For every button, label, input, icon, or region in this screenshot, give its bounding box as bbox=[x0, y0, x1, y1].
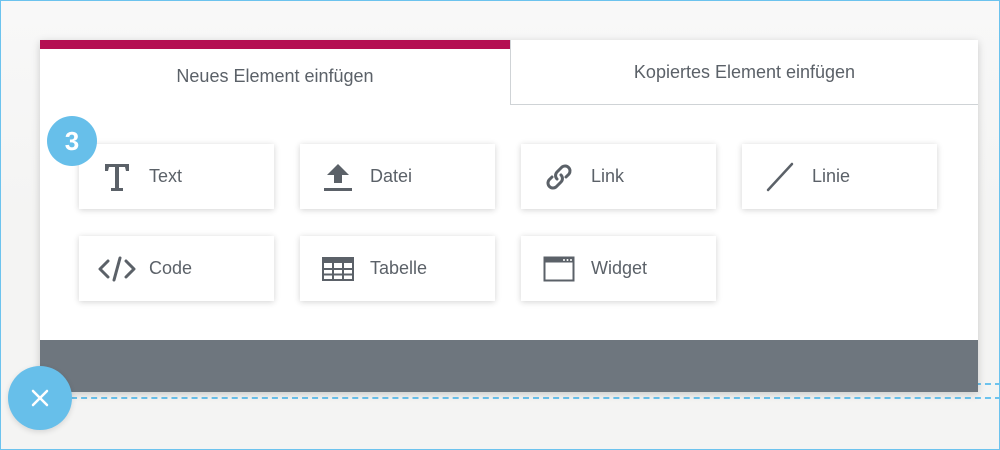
element-file-label: Datei bbox=[370, 166, 413, 186]
table-icon bbox=[318, 253, 358, 285]
element-table-label: Tabelle bbox=[370, 258, 428, 278]
close-button[interactable] bbox=[8, 366, 72, 430]
element-file-button[interactable]: Datei bbox=[300, 144, 495, 209]
panel-footer-bar bbox=[40, 340, 978, 392]
line-icon bbox=[760, 161, 800, 193]
element-widget-label: Widget bbox=[591, 258, 648, 278]
text-icon bbox=[97, 161, 137, 193]
tab-new-element-label: Neues Element einfügen bbox=[176, 66, 374, 86]
element-code-label: Code bbox=[149, 258, 193, 278]
tab-copied-element-label: Kopiertes Element einfügen bbox=[633, 61, 856, 82]
step-number-badge: 3 bbox=[47, 116, 97, 166]
tab-new-element[interactable]: Neues Element einfügen bbox=[40, 40, 510, 104]
tab-bar: Neues Element einfügen Kopiertes Element… bbox=[40, 40, 978, 105]
element-line-label: Linie bbox=[812, 166, 851, 186]
drop-zone-line-bottom bbox=[61, 397, 999, 399]
element-line-button[interactable]: Linie bbox=[742, 144, 937, 209]
element-table-button[interactable]: Tabelle bbox=[300, 236, 495, 301]
element-widget-button[interactable]: Widget bbox=[521, 236, 716, 301]
link-icon bbox=[539, 161, 579, 193]
insert-element-panel: Neues Element einfügen Kopiertes Element… bbox=[40, 40, 978, 392]
upload-icon bbox=[318, 161, 358, 193]
app-frame: Neues Element einfügen Kopiertes Element… bbox=[0, 0, 1000, 450]
widget-icon bbox=[539, 253, 579, 285]
code-icon bbox=[97, 253, 137, 285]
tab-copied-element[interactable]: Kopiertes Element einfügen bbox=[510, 40, 978, 105]
element-text-button[interactable]: Text bbox=[79, 144, 274, 209]
close-icon bbox=[31, 389, 49, 407]
element-link-button[interactable]: Link bbox=[521, 144, 716, 209]
element-code-button[interactable]: Code bbox=[79, 236, 274, 301]
element-text-label: Text bbox=[149, 166, 183, 186]
element-link-label: Link bbox=[591, 166, 625, 186]
